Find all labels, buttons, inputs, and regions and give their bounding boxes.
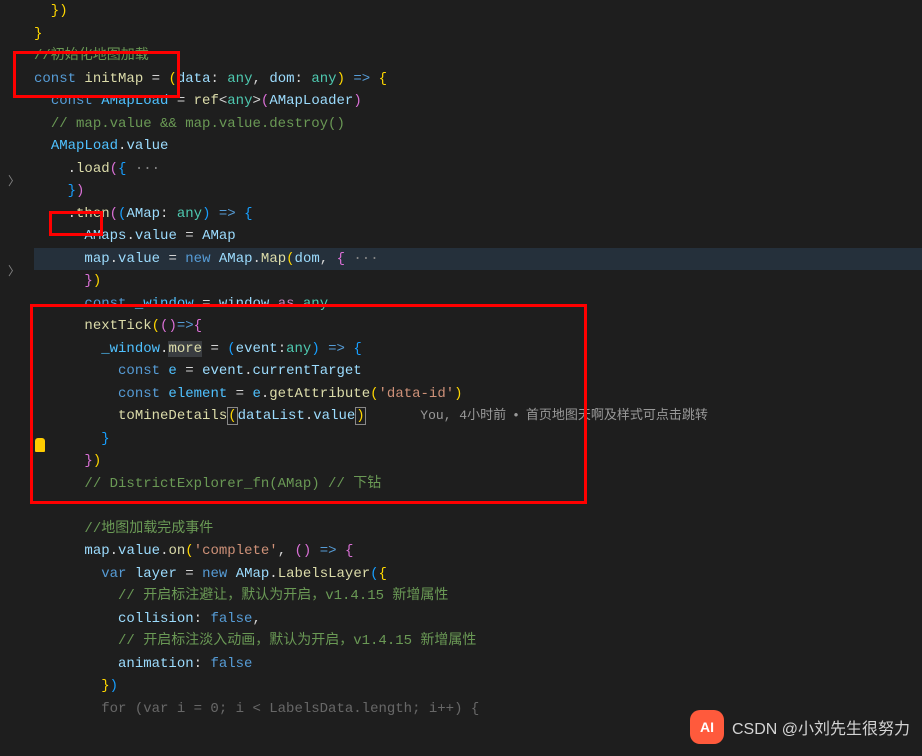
code-line: } <box>34 23 922 46</box>
git-blame-annotation[interactable]: You, 4小时前•首页地图天啊及样式可点击跳转 <box>366 408 708 423</box>
code-line: .then((AMap: any) => { <box>34 203 922 226</box>
code-line: }) <box>34 450 922 473</box>
code-line: //地图加载完成事件 <box>34 518 922 541</box>
code-line: AMaps.value = AMap <box>34 225 922 248</box>
code-line: }) <box>34 0 922 23</box>
code-line: //初始化地图加载 <box>34 45 922 68</box>
code-line: }) <box>34 675 922 698</box>
code-line: const AMapLoad = ref<any>(AMapLoader) <box>34 90 922 113</box>
fold-arrow-icon[interactable]: 〉 <box>8 262 20 279</box>
code-line: animation: false <box>34 653 922 676</box>
code-line: }) <box>34 180 922 203</box>
ai-badge-icon: AI <box>690 710 724 744</box>
code-line: const _window = window as any <box>34 293 922 316</box>
lightbulb-icon[interactable] <box>35 438 45 452</box>
code-line: .load({ ··· <box>34 158 922 181</box>
code-area[interactable]: }) } //初始化地图加载 const initMap = (data: an… <box>30 0 922 756</box>
code-line: const e = event.currentTarget <box>34 360 922 383</box>
code-line: AMapLoad.value <box>34 135 922 158</box>
fold-arrow-icon[interactable]: 〉 <box>8 172 20 189</box>
code-line: // DistrictExplorer_fn(AMap) // 下钻 <box>34 473 922 496</box>
code-line: var layer = new AMap.LabelsLayer({ <box>34 563 922 586</box>
code-line: const initMap = (data: any, dom: any) =>… <box>34 68 922 91</box>
code-line: nextTick(()=>{ <box>34 315 922 338</box>
code-line: map.value.on('complete', () => { <box>34 540 922 563</box>
code-line: // 开启标注避让，默认为开启，v1.4.15 新增属性 <box>34 585 922 608</box>
code-line: _window.more = (event:any) => { <box>34 338 922 361</box>
gutter: 〉 〉 <box>0 0 30 756</box>
code-line: } <box>34 428 922 451</box>
code-line: collision: false, <box>34 608 922 631</box>
code-editor: 〉 〉 }) } //初始化地图加载 const initMap = (data… <box>0 0 922 756</box>
code-line <box>34 495 922 518</box>
code-line: const element = e.getAttribute('data-id'… <box>34 383 922 406</box>
watermark: AI CSDN @小刘先生很努力 <box>690 710 910 744</box>
code-line: }) <box>34 270 922 293</box>
code-line: // 开启标注淡入动画，默认为开启，v1.4.15 新增属性 <box>34 630 922 653</box>
code-line: toMineDetails(dataList.value) You, 4小时前•… <box>34 405 922 428</box>
code-line: map.value = new AMap.Map(dom, { ··· <box>34 248 922 271</box>
code-line: // map.value && map.value.destroy() <box>34 113 922 136</box>
